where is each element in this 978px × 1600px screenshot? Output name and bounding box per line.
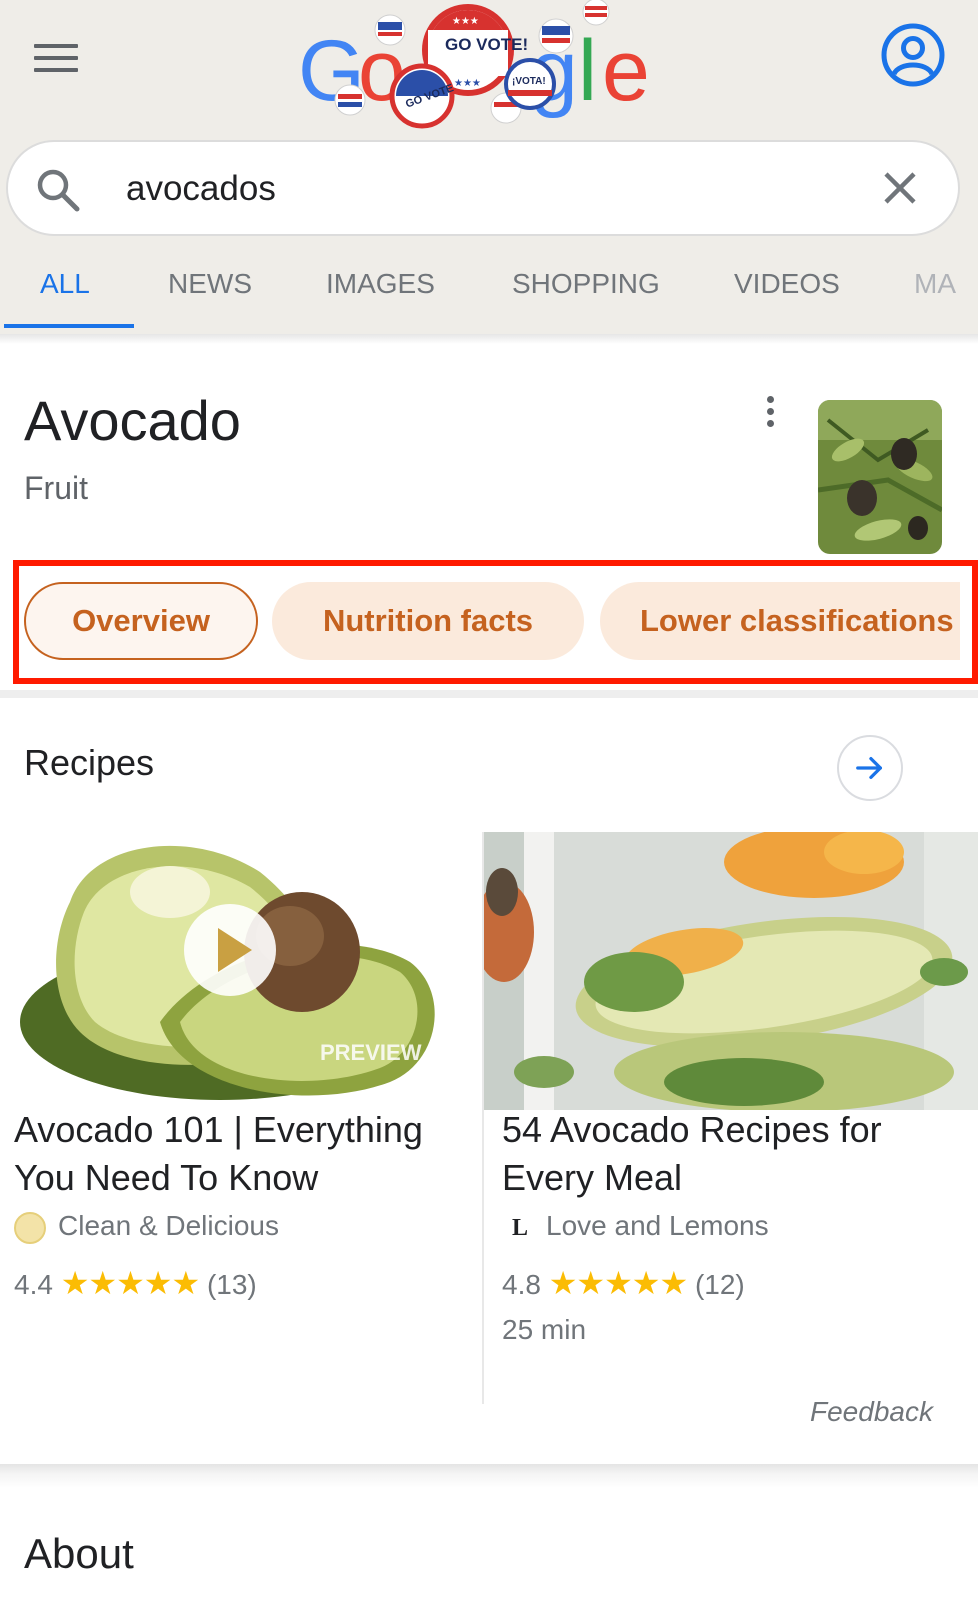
source-logo-icon [14, 1211, 46, 1244]
tab-all[interactable]: ALL [40, 268, 90, 300]
recipe-source-name: Love and Lemons [546, 1210, 769, 1241]
tab-news[interactable]: NEWS [168, 268, 252, 300]
tab-videos[interactable]: VIDEOS [734, 268, 840, 300]
entity-subtitle: Fruit [24, 470, 88, 506]
account-circle-icon[interactable] [880, 22, 946, 88]
svg-text:PREVIEW: PREVIEW [320, 1040, 422, 1065]
recipe-rating: 4.4 ★★★★★ (13) [14, 1264, 257, 1302]
rating-value: 4.8 [502, 1269, 541, 1300]
rating-stars-icon: ★★★★★ [60, 1265, 200, 1301]
recipes-heading: Recipes [24, 742, 155, 783]
hamburger-menu-icon[interactable] [34, 44, 78, 78]
about-heading: About [24, 1530, 134, 1577]
search-tabs: ALL NEWS IMAGES SHOPPING VIDEOS MA [0, 250, 978, 334]
svg-text:¡VOTA!: ¡VOTA! [512, 76, 546, 87]
search-icon[interactable] [34, 166, 82, 214]
feedback-link[interactable]: Feedback [810, 1396, 933, 1428]
entity-title: Avocado [24, 389, 241, 452]
chips-highlight-box [13, 560, 978, 684]
search-bar[interactable] [6, 140, 960, 236]
tab-more[interactable]: MA [914, 268, 956, 300]
svg-text:GO VOTE!: GO VOTE! [445, 35, 528, 54]
svg-text:e: e [602, 23, 650, 119]
svg-text:★★★: ★★★ [454, 78, 481, 89]
recipe-rating: 4.8 ★★★★★ (12) [502, 1264, 745, 1302]
source-logo-icon: L [512, 1215, 529, 1241]
recipe-title[interactable]: Avocado 101 | Everything You Need To Kno… [14, 1106, 470, 1202]
recipe-image[interactable] [484, 832, 978, 1110]
section-divider [0, 1464, 978, 1488]
search-input[interactable] [126, 160, 846, 218]
review-count: (12) [694, 1269, 745, 1300]
section-divider [0, 690, 978, 698]
recipe-source: L Love and Lemons [512, 1210, 769, 1242]
close-icon[interactable] [876, 164, 924, 212]
google-doodle-logo[interactable]: G o g l e GO VOTE! ★★★ ★★★ GO VOTE ¡VOTA… [298, 0, 660, 130]
recipe-source: Clean & Delicious [14, 1210, 279, 1244]
svg-text:l: l [578, 23, 597, 119]
recipe-time: 25 min [502, 1314, 587, 1345]
header-shadow [0, 334, 978, 344]
active-tab-indicator [4, 324, 134, 328]
search-header: G o g l e GO VOTE! ★★★ ★★★ GO VOTE ¡VOTA… [0, 0, 978, 340]
recipe-card[interactable]: PREVIEW Avocado 101 | Everything You Nee… [0, 832, 476, 1412]
more-vert-icon[interactable] [760, 396, 780, 436]
recipe-video-thumbnail[interactable]: PREVIEW [10, 832, 476, 1110]
recipe-source-name: Clean & Delicious [58, 1210, 279, 1241]
tab-images[interactable]: IMAGES [326, 268, 435, 300]
rating-value: 4.4 [14, 1269, 53, 1300]
tab-shopping[interactable]: SHOPPING [512, 268, 660, 300]
svg-text:★★★: ★★★ [452, 16, 479, 27]
avocado-tree-image[interactable] [818, 400, 942, 554]
recipe-title[interactable]: 54 Avocado Recipes for Every Meal [502, 1106, 962, 1202]
review-count: (13) [206, 1269, 257, 1300]
recipe-card[interactable]: 54 Avocado Recipes for Every Meal L Love … [484, 832, 978, 1412]
rating-stars-icon: ★★★★★ [548, 1265, 688, 1301]
arrow-forward-icon[interactable] [837, 735, 903, 801]
